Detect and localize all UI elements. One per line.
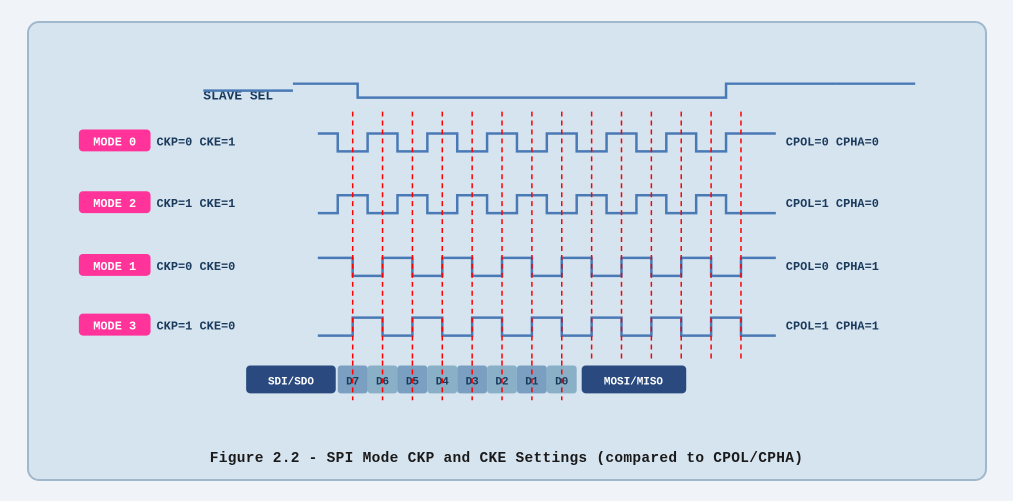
mode2-params: CKP=1 CKE=1 xyxy=(156,197,235,211)
mode0-right: CPOL=0 CPHA=0 xyxy=(785,135,878,149)
mode3-right: CPOL=1 CPHA=1 xyxy=(785,319,878,333)
figure-caption: Figure 2.2 - SPI Mode CKP and CKE Settin… xyxy=(210,451,803,467)
mode3-signal xyxy=(317,317,775,335)
mode0-badge-text: MODE 0 xyxy=(93,135,136,149)
mode1-badge-text: MODE 1 xyxy=(93,259,136,273)
mode2-right: CPOL=1 CPHA=0 xyxy=(785,197,878,211)
mode0-signal xyxy=(317,133,775,151)
main-container: SLAVE SEL MODE 0 CKP=0 CKE=1 CPOL=0 CPHA… xyxy=(27,21,987,481)
mode2-badge-text: MODE 2 xyxy=(93,197,136,211)
mode3-badge-text: MODE 3 xyxy=(93,319,136,333)
diagram-area: SLAVE SEL MODE 0 CKP=0 CKE=1 CPOL=0 CPHA… xyxy=(49,41,965,441)
mode0-params: CKP=0 CKE=1 xyxy=(156,135,235,149)
mode1-right: CPOL=0 CPHA=1 xyxy=(785,259,878,273)
mosi-miso-label: MOSI/MISO xyxy=(603,376,663,388)
mode3-params: CKP=1 CKE=0 xyxy=(156,319,235,333)
mode2-signal xyxy=(317,195,775,213)
sdi-sdo-label: SDI/SDO xyxy=(267,376,313,388)
mode1-params: CKP=0 CKE=0 xyxy=(156,259,235,273)
mode1-signal xyxy=(317,257,775,275)
slave-sel-signal xyxy=(292,83,835,97)
